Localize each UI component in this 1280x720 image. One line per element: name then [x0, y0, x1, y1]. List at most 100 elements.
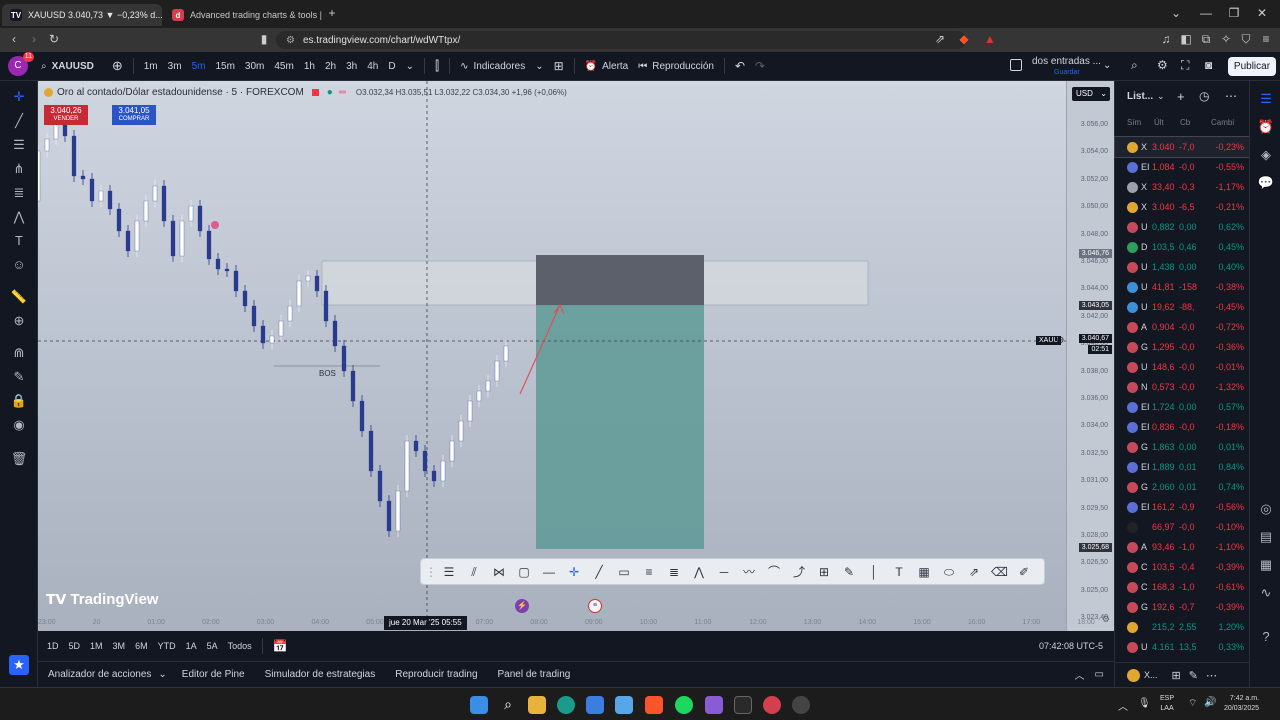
interval-2h[interactable]: 2h — [320, 61, 341, 72]
range-5d[interactable]: 5D — [64, 641, 86, 651]
user-avatar[interactable]: C 11 — [8, 52, 34, 76]
range-3m[interactable]: 3M — [108, 641, 131, 651]
fib-tool-icon[interactable]: ≣ — [9, 183, 29, 203]
trash-icon[interactable]: 🗑 — [9, 449, 29, 469]
favorites-icon[interactable]: ★ — [9, 655, 29, 675]
arrow-tool-icon[interactable]: ⇗ — [966, 564, 982, 580]
snapshot-icon[interactable]: ◙ — [1200, 58, 1217, 72]
watchlist-row[interactable]: U 148,6 -0,0 -0,01% — [1115, 357, 1250, 377]
mic-icon[interactable]: 🎙 — [1138, 698, 1151, 709]
trendline-tool-icon[interactable]: ╱ — [9, 111, 29, 131]
crosshair-tool-icon[interactable]: ✛ — [9, 87, 29, 107]
watchlist-row[interactable]: X 33,40 -0,3 -1,17% — [1115, 177, 1250, 197]
ideas-widget-icon[interactable]: ▦ — [1256, 555, 1276, 575]
eraser-tool-icon[interactable]: ⌫ — [991, 564, 1008, 580]
search-icon[interactable]: ⌕ — [499, 696, 517, 714]
gann-box-icon[interactable]: ⊞ — [816, 564, 832, 580]
interval-15m[interactable]: 15m — [210, 61, 239, 72]
store-icon[interactable] — [586, 696, 604, 714]
range-1a[interactable]: 1A — [181, 641, 202, 651]
new-tab-button[interactable]: + — [322, 6, 342, 20]
sidebar-icon[interactable]: ◧ — [1178, 32, 1194, 46]
tab-trading-panel[interactable]: Panel de trading — [488, 669, 581, 680]
indicators-button[interactable]: Indicadores — [474, 61, 531, 72]
crosshair-icon[interactable]: ✛ — [566, 564, 582, 580]
path-tool-icon[interactable]: 〰 — [741, 564, 757, 580]
help-widget-icon[interactable]: ? — [1256, 627, 1276, 647]
tab-advanced-charts[interactable]: d Advanced trading charts & tools | Tr..… — [164, 4, 322, 26]
candle-type-icon[interactable]: ⫿ — [430, 58, 444, 74]
rectangle-tool-icon[interactable]: ▢ — [516, 564, 532, 580]
curve-tool-icon[interactable]: ⌒ — [766, 564, 782, 580]
add-alert-plus-icon[interactable]: ⊕ — [1056, 335, 1064, 346]
magnet-icon[interactable]: ⋒ — [9, 343, 29, 363]
file-explorer-icon[interactable] — [528, 696, 546, 714]
share-icon[interactable]: ⇗ — [932, 32, 948, 46]
maximize-button[interactable]: ❐ — [1224, 6, 1244, 20]
currency-selector[interactable]: USD ⌄ — [1072, 87, 1110, 101]
fib-retracement-icon[interactable]: ≡ — [641, 564, 657, 580]
watchlist-title[interactable]: List... — [1127, 91, 1153, 102]
watchlist-row[interactable]: 215,2 2,55 1,20% — [1115, 617, 1250, 637]
compare-symbol-icon[interactable]: ⊕ — [107, 58, 128, 74]
patterns-tool-icon[interactable]: ⋀ — [9, 207, 29, 227]
vertical-line-icon[interactable]: │ — [866, 564, 882, 580]
tab-pine-editor[interactable]: Editor de Pine — [172, 669, 255, 680]
tab-replay-trading[interactable]: Reproducir trading — [385, 669, 487, 680]
grid-view-icon[interactable]: ⊞ — [1172, 669, 1181, 682]
bookmark-icon[interactable]: ▮ — [256, 32, 272, 46]
templates-icon[interactable]: ⊞ — [549, 59, 569, 73]
legend-menu-icon[interactable]: ═ — [339, 87, 346, 98]
watchlist-row[interactable]: EI 0,836 -0,0 -0,18% — [1115, 417, 1250, 437]
watchlist-row[interactable]: X 3.040 -7,0 -0,23% — [1114, 136, 1251, 158]
maximize-panel-icon[interactable]: ▭ — [1095, 669, 1114, 680]
pulse-widget-icon[interactable]: ∿ — [1256, 583, 1276, 603]
text-tool-icon[interactable]: T — [891, 564, 907, 580]
zoom-in-icon[interactable]: ⊕ — [9, 311, 29, 331]
quick-search-icon[interactable]: ⌕ — [1126, 58, 1143, 73]
emoji-tool-icon[interactable]: ☺ — [9, 255, 29, 275]
url-field[interactable]: ⚙ es.tradingview.com/chart/wdWTtpx/ — [276, 31, 966, 49]
col-change[interactable]: Cb — [1180, 118, 1190, 127]
watchlist-row[interactable]: G 2,060 0,01 0,74% — [1115, 477, 1250, 497]
layers-widget-icon[interactable]: ◈ — [1256, 145, 1276, 165]
range-ytd[interactable]: YTD — [153, 641, 181, 651]
range-6m[interactable]: 6M — [130, 641, 153, 651]
watchlist-row[interactable]: D 103,5 0,46 0,45% — [1115, 237, 1250, 257]
legend-title[interactable]: Oro al contado/Dólar estadounidense · 5 … — [57, 87, 304, 98]
pattern-xabcd-icon[interactable]: ⋈ — [491, 564, 507, 580]
watchlist-row[interactable]: C 168,3 -1,0 -0,61% — [1115, 577, 1250, 597]
time-axis[interactable]: 23:002001:0002:0003:0004:0005:0006:0007:… — [38, 615, 1095, 631]
event-marker-icon[interactable]: ⚡ — [515, 599, 529, 613]
interval-3m[interactable]: 3m — [163, 61, 187, 72]
interval-5m[interactable]: 5m — [187, 61, 211, 72]
chats-widget-icon[interactable]: 💬 — [1256, 173, 1276, 193]
reload-icon[interactable]: ↻ — [46, 32, 62, 46]
range-1d[interactable]: 1D — [42, 641, 64, 651]
watchlist-row[interactable]: U 1,438 0,00 0,40% — [1115, 257, 1250, 277]
back-icon[interactable]: ‹ — [6, 32, 22, 46]
watchlist-row[interactable]: EI 161,2 -0,9 -0,56% — [1115, 497, 1250, 517]
indicators-icon[interactable]: ∿ — [455, 61, 473, 72]
watchlist-row[interactable]: EI 1,084 -0,0 -0,55% — [1115, 157, 1250, 177]
text-tool-icon[interactable]: T — [9, 231, 29, 251]
us-flag-event-icon[interactable]: ≡ — [588, 599, 602, 613]
tab-strategy-tester[interactable]: Simulador de estrategias — [255, 669, 386, 680]
alerts-widget-icon[interactable]: ⏰ — [1256, 117, 1276, 137]
site-info-icon[interactable]: ⚙ — [286, 35, 295, 46]
footer-symbol[interactable]: X... — [1144, 670, 1158, 680]
media-icon[interactable]: ♫ — [1158, 32, 1174, 46]
redo-icon[interactable]: ↷ — [750, 59, 770, 73]
elliott-wave-icon[interactable]: ⋀ — [691, 564, 707, 580]
indicators-dropdown-icon[interactable]: ⌄ — [530, 61, 548, 72]
price-axis[interactable]: USD ⌄ 3.056,00 3.054,00 3.052,00 3.050,00 3.0… — [1066, 81, 1114, 649]
brave-shield-icon[interactable]: ◆ — [956, 32, 972, 46]
interval-45m[interactable]: 45m — [269, 61, 298, 72]
col-change-pct[interactable]: Cambi — [1211, 118, 1234, 127]
horizontal-line-icon[interactable]: ─ — [716, 564, 732, 580]
menu-icon[interactable]: ≡ — [1258, 32, 1274, 46]
watchlist-more-icon[interactable]: ⋯ — [1225, 89, 1237, 103]
target-widget-icon[interactable]: ◎ — [1256, 499, 1276, 519]
add-symbol-icon[interactable]: + — [1177, 89, 1185, 104]
range-all[interactable]: Todos — [223, 641, 257, 651]
